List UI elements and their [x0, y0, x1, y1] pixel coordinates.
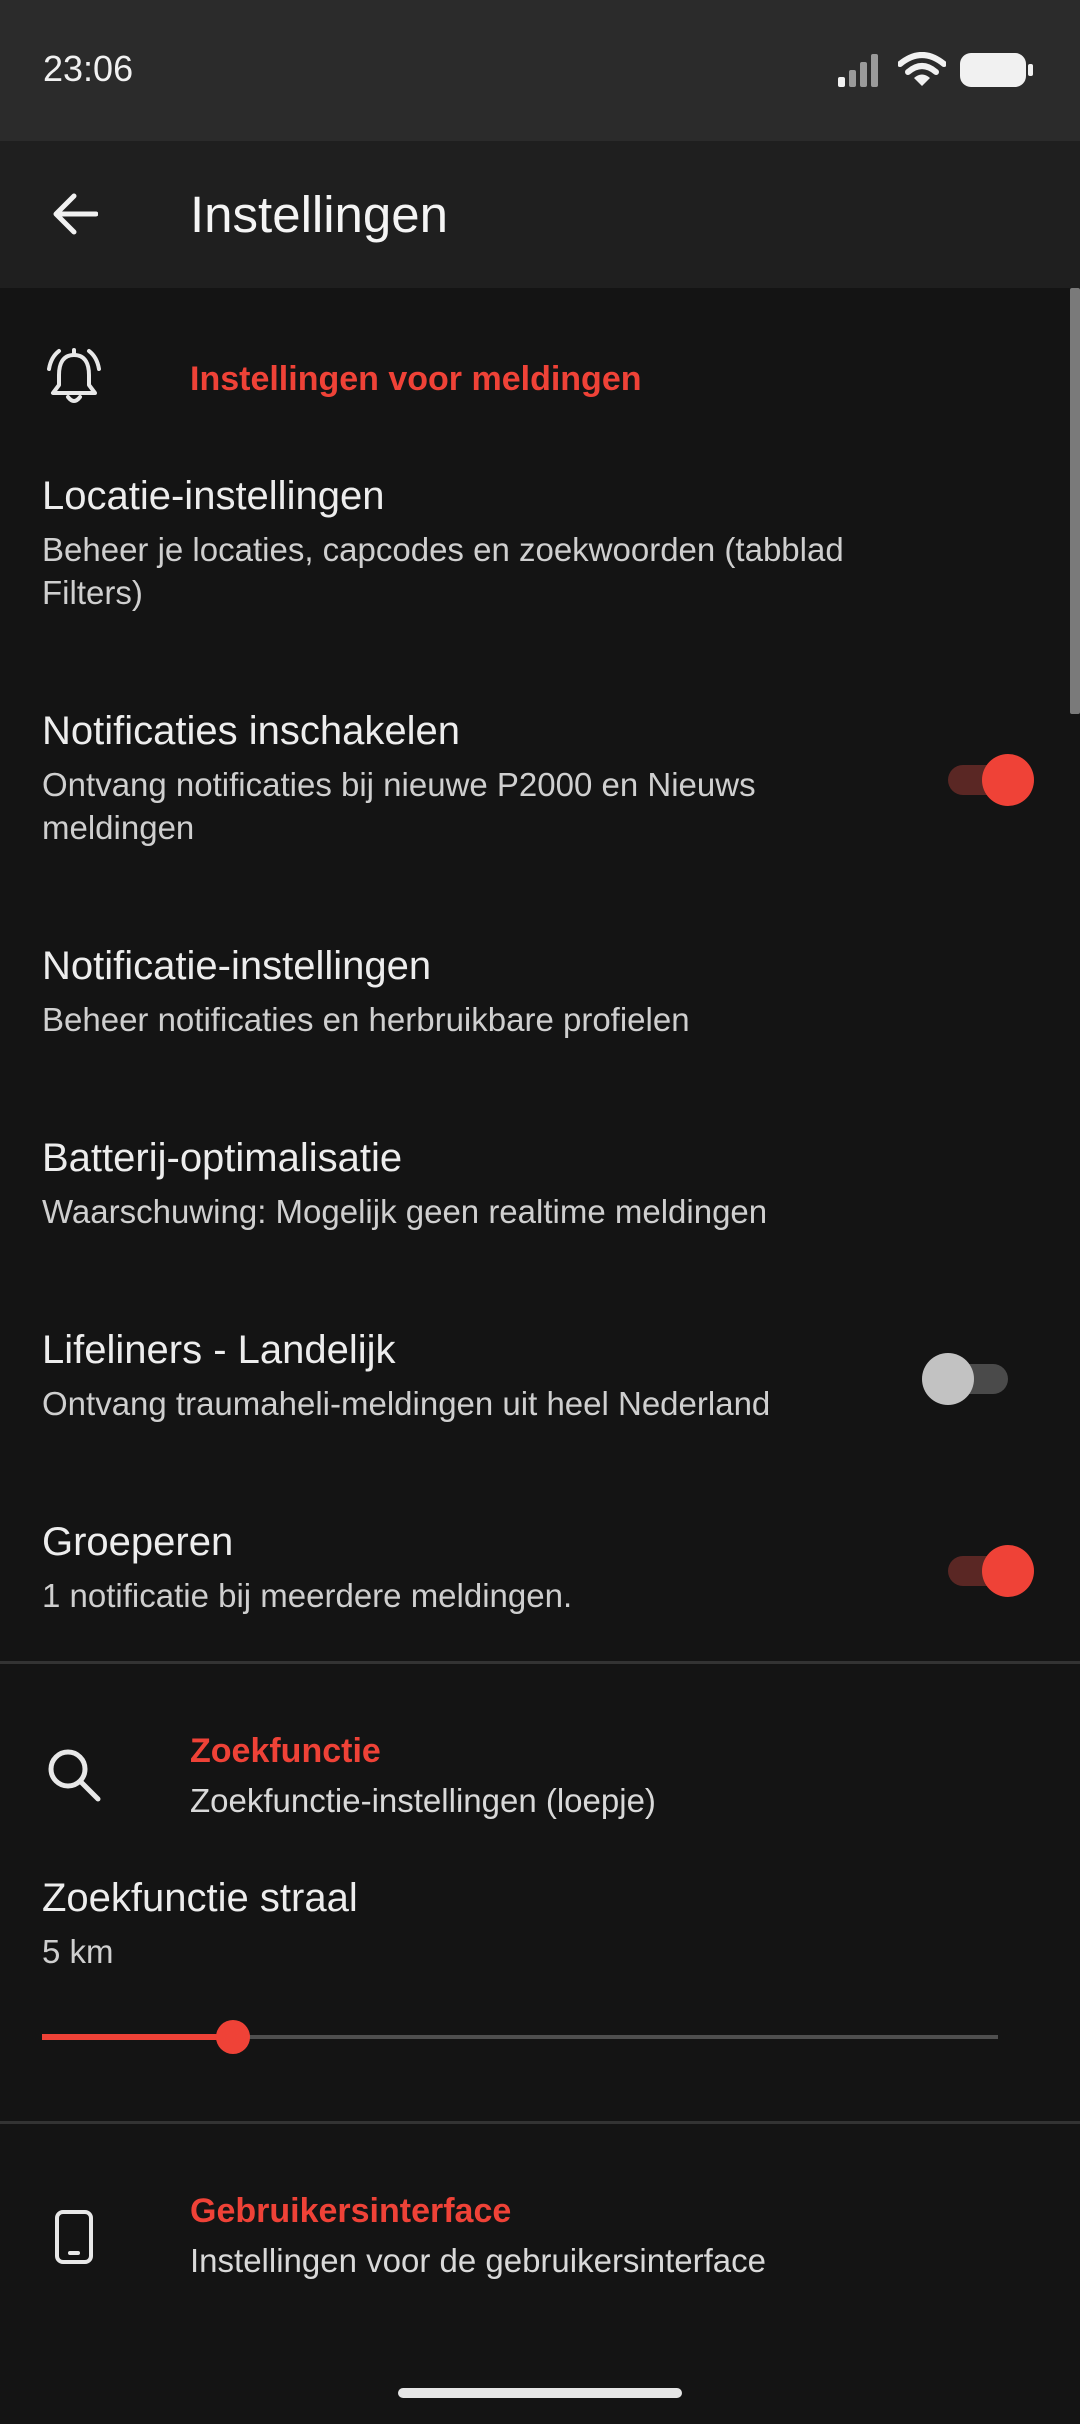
- app-bar: Instellingen: [0, 141, 1080, 288]
- home-indicator[interactable]: [398, 2388, 682, 2398]
- category-summary-search: Zoekfunctie-instellingen (loepje): [190, 1782, 656, 1819]
- phone-icon: [55, 2210, 93, 2264]
- status-time: 23:06: [43, 48, 134, 89]
- category-summary-ui: Instellingen voor de gebruikersinterface: [190, 2242, 767, 2279]
- wifi-icon: [898, 52, 946, 86]
- notifications-switch[interactable]: [944, 751, 1034, 807]
- category-search[interactable]: Zoekfunctie Zoekfunctie-instellingen (lo…: [0, 1664, 1080, 1844]
- pref-search-radius: Zoekfunctie straal 5 km: [0, 1860, 1080, 2000]
- pref-summary: Beheer notificaties en herbruikbare prof…: [42, 1001, 690, 1038]
- back-button[interactable]: [42, 181, 108, 247]
- slider-thumb[interactable]: [216, 2020, 250, 2054]
- pref-title: Notificaties inschakelen: [42, 709, 460, 753]
- pref-title: Zoekfunctie straal: [42, 1876, 358, 1920]
- slider-fill: [42, 2034, 233, 2040]
- pref-title: Batterij-optimalisatie: [42, 1136, 403, 1180]
- signal-icon: [838, 54, 878, 87]
- pref-summary: Ontvang notificaties bij nieuwe P2000 en…: [42, 763, 942, 849]
- pref-grouping[interactable]: Groeperen 1 notificatie bij meerdere mel…: [0, 1504, 1080, 1654]
- category-title-search: Zoekfunctie: [190, 1732, 381, 1770]
- grouping-switch[interactable]: [944, 1542, 1034, 1598]
- switch-thumb: [922, 1353, 974, 1405]
- phone-icon-wrap: [43, 2206, 105, 2268]
- arrow-back-icon: [53, 193, 98, 235]
- search-icon: [48, 1749, 101, 1802]
- radius-slider[interactable]: [42, 2015, 998, 2059]
- pref-title: Locatie-instellingen: [42, 474, 385, 518]
- bell-icon-wrap: [43, 346, 105, 408]
- category-title-ui: Gebruikersinterface: [190, 2192, 512, 2230]
- switch-thumb: [982, 1545, 1034, 1597]
- battery-icon: [960, 53, 1033, 87]
- pref-location-settings[interactable]: Locatie-instellingen Beheer je locaties,…: [0, 458, 1080, 678]
- pref-title: Groeperen: [42, 1520, 234, 1564]
- category-notifications: Instellingen voor meldingen: [0, 288, 1080, 458]
- pref-summary-line: Filters): [42, 574, 143, 611]
- pref-summary-line: Ontvang notificaties bij nieuwe P2000 en…: [42, 766, 756, 803]
- pref-value: 5 km: [42, 1933, 114, 1970]
- status-bar: 23:06: [0, 0, 1080, 141]
- pref-notification-settings[interactable]: Notificatie-instellingen Beheer notifica…: [0, 928, 1080, 1108]
- pref-battery-optimization[interactable]: Batterij-optimalisatie Waarschuwing: Mog…: [0, 1120, 1080, 1300]
- category-title-notifications: Instellingen voor meldingen: [190, 360, 642, 398]
- pref-summary: Beheer je locaties, capcodes en zoekwoor…: [42, 528, 942, 614]
- pref-title: Notificatie-instellingen: [42, 944, 432, 988]
- switch-thumb: [982, 754, 1034, 806]
- page-title: Instellingen: [190, 186, 449, 243]
- search-icon-wrap: [43, 1744, 105, 1806]
- pref-enable-notifications[interactable]: Notificaties inschakelen Ontvang notific…: [0, 693, 1080, 913]
- status-icons: [838, 52, 1034, 88]
- pref-summary: 1 notificatie bij meerdere meldingen.: [42, 1577, 573, 1614]
- lifeliners-switch[interactable]: [922, 1350, 1012, 1406]
- pref-title: Lifeliners - Landelijk: [42, 1328, 396, 1372]
- pref-summary-line: meldingen: [42, 809, 195, 846]
- category-user-interface[interactable]: Gebruikersinterface Instellingen voor de…: [0, 2124, 1080, 2324]
- pref-summary: Waarschuwing: Mogelijk geen realtime mel…: [42, 1193, 768, 1230]
- bell-icon: [47, 348, 101, 403]
- pref-summary: Ontvang traumaheli-meldingen uit heel Ne…: [42, 1385, 771, 1422]
- pref-summary-line: Beheer je locaties, capcodes en zoekwoor…: [42, 531, 844, 568]
- pref-lifeliners[interactable]: Lifeliners - Landelijk Ontvang traumahel…: [0, 1312, 1080, 1492]
